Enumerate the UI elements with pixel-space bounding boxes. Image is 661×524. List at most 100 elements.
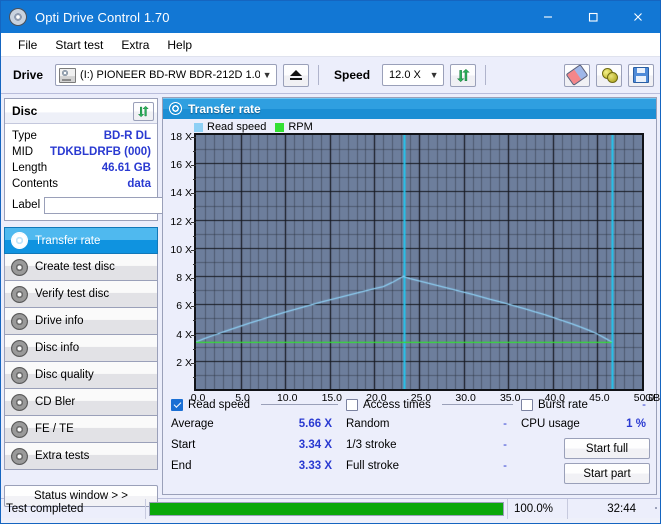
burst-rate-checkbox[interactable]: [521, 399, 533, 411]
sidebar-item-transfer-rate[interactable]: Transfer rate: [4, 227, 158, 254]
progress-fill: [150, 503, 503, 515]
disc-refresh-button[interactable]: [133, 102, 154, 121]
eject-icon: [290, 70, 302, 81]
settings-button[interactable]: [596, 64, 622, 87]
sidebar-item-verify-test-disc[interactable]: Verify test disc: [4, 281, 158, 308]
start-full-button[interactable]: Start full: [564, 438, 650, 459]
drive-label: Drive: [13, 68, 43, 82]
y-axis-label: 12 X: [170, 216, 192, 228]
lightbulb-icon: [602, 68, 617, 82]
y-axis-label: 10 X: [170, 244, 192, 256]
burst-rate-checkbox-row: Burst rate -: [521, 396, 650, 413]
minimize-icon[interactable]: [525, 1, 570, 33]
disc-label-caption: Label: [12, 199, 40, 211]
x-axis-label: 45.0: [589, 392, 609, 404]
sidebar-item-label: Verify test disc: [35, 288, 109, 300]
access-times-results: Access times Random - 1/3 stroke - Fu: [346, 396, 521, 494]
resize-grip-icon[interactable]: [646, 506, 660, 512]
close-icon[interactable]: [615, 1, 660, 33]
y-axis-tick: [193, 320, 196, 321]
disc-row-type: Type BD-R DL: [12, 128, 151, 144]
sidebar-item-label: Disc info: [35, 342, 79, 354]
y-axis-label: 16 X: [170, 159, 192, 171]
sidebar-item-fe-te[interactable]: FE / TE: [4, 416, 158, 443]
y-axis-label: 4 X: [176, 329, 192, 341]
content-area: Transfer rate Read speed RPM 2 X4 X6 X8 …: [161, 94, 660, 498]
optical-drive-icon: [59, 68, 76, 83]
start-part-button[interactable]: Start part: [564, 463, 650, 484]
end-label: End: [171, 460, 191, 472]
result-row-end: End 3.33 X: [171, 455, 346, 476]
menu-bar: File Start test Extra Help: [1, 33, 660, 57]
chevron-down-icon: ▼: [427, 70, 441, 80]
y-axis-label: 6 X: [176, 300, 192, 312]
start-full-row: Start full: [521, 434, 650, 459]
y-axis-label: 18 X: [170, 131, 192, 143]
y-axis-label: 8 X: [176, 272, 192, 284]
y-axis-tick: [193, 292, 196, 293]
progress-bar: [149, 502, 504, 516]
result-row-start: Start 3.34 X: [171, 434, 346, 455]
y-axis-tick: [193, 377, 196, 378]
menu-file[interactable]: File: [9, 36, 46, 54]
application-window: Opti Drive Control 1.70 File Start test …: [0, 0, 661, 524]
sidebar-item-drive-info[interactable]: Drive info: [4, 308, 158, 335]
maximize-icon[interactable]: [570, 1, 615, 33]
disc-icon: [11, 259, 28, 276]
sidebar-item-cd-bler[interactable]: CD Bler: [4, 389, 158, 416]
progress-cell: [146, 499, 508, 519]
refresh-icon: [456, 68, 471, 83]
x-axis-label: 35.0: [500, 392, 520, 404]
elapsed-time: 32:44: [568, 499, 646, 519]
start-label: Start: [171, 439, 195, 451]
erase-button[interactable]: [564, 64, 590, 87]
panel-header: Transfer rate: [163, 98, 656, 119]
sidebar-item-label: CD Bler: [35, 396, 75, 408]
disc-type-value: BD-R DL: [104, 130, 151, 142]
x-axis-unit: GB: [645, 392, 660, 404]
transfer-rate-chart: Read speed RPM 2 X4 X6 X8 X10 X12 X14 X1…: [163, 119, 656, 392]
disc-icon: [11, 340, 28, 357]
chevron-down-icon: ▼: [260, 70, 274, 80]
sidebar-item-label: Drive info: [35, 315, 84, 327]
app-disc-icon: [9, 8, 27, 26]
sidebar-item-disc-quality[interactable]: Disc quality: [4, 362, 158, 389]
disc-icon: [11, 286, 28, 303]
refresh-drive-button[interactable]: [450, 64, 476, 87]
sidebar-item-disc-info[interactable]: Disc info: [4, 335, 158, 362]
access-times-checkbox[interactable]: [346, 399, 358, 411]
menu-help[interactable]: Help: [158, 36, 201, 54]
drive-select[interactable]: (I:) PIONEER BD-RW BDR-212D 1.01 ▼: [55, 64, 277, 86]
speed-select[interactable]: 12.0 X ▼: [382, 64, 444, 86]
status-message: Test completed: [1, 499, 146, 519]
full-stroke-label: Full stroke: [346, 460, 399, 472]
disc-row-contents: Contents data: [12, 176, 151, 192]
sidebar-item-label: Transfer rate: [35, 235, 100, 247]
disc-icon: [169, 102, 182, 115]
legend-label-read-speed: Read speed: [207, 121, 266, 133]
disc-row-mid: MID TDKBLDRFB (000): [12, 144, 151, 160]
menu-start-test[interactable]: Start test: [46, 36, 112, 54]
read-speed-checkbox[interactable]: [171, 399, 183, 411]
disc-type-label: Type: [12, 130, 37, 142]
y-axis-tick: [193, 236, 196, 237]
eject-button[interactable]: [283, 64, 309, 87]
cpu-usage-row: CPU usage 1 %: [521, 413, 650, 434]
x-axis-label: 10.0: [277, 392, 297, 404]
average-label: Average: [171, 418, 214, 430]
sidebar-item-extra-tests[interactable]: Extra tests: [4, 443, 158, 470]
disc-contents-value: data: [127, 178, 151, 190]
result-row-random: Random -: [346, 413, 521, 434]
disc-contents-label: Contents: [12, 178, 58, 190]
progress-percent: 100.0%: [508, 499, 568, 519]
sidebar-item-create-test-disc[interactable]: Create test disc: [4, 254, 158, 281]
x-axis-label: 25.0: [411, 392, 431, 404]
sidebar-item-label: FE / TE: [35, 423, 74, 435]
save-button[interactable]: [628, 64, 654, 87]
menu-extra[interactable]: Extra: [112, 36, 158, 54]
refresh-icon: [137, 105, 150, 118]
disc-label-row: Label: [12, 195, 151, 215]
main-body: Disc Type BD-R DL MID T: [1, 94, 660, 498]
sidebar-item-label: Create test disc: [35, 261, 115, 273]
disc-info-panel: Disc Type BD-R DL MID T: [4, 98, 158, 221]
